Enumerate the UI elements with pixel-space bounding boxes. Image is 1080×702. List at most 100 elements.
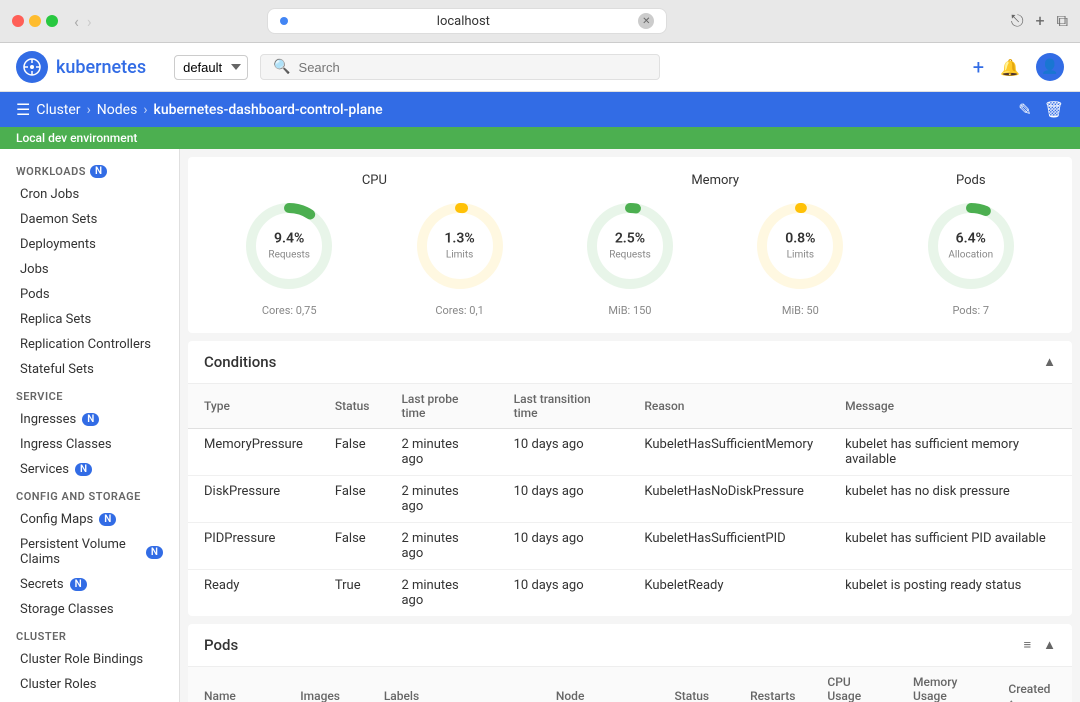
add-button[interactable]: +: [973, 55, 984, 79]
back-button[interactable]: ‹: [74, 12, 79, 31]
cond-reason-2: KubeletHasSufficientPID: [628, 523, 829, 570]
sidebar-item-config-maps[interactable]: Config Maps N: [0, 507, 179, 532]
pods-title: Pods: [204, 636, 238, 654]
chart-sub-0: Cores: 0,75: [262, 304, 317, 317]
edit-icon[interactable]: ✎: [1018, 100, 1031, 119]
chart-item-2: 2.5% Requests MiB: 150: [580, 196, 680, 317]
workloads-badge: N: [90, 165, 107, 178]
sidebar-item-pods[interactable]: Pods: [0, 282, 179, 307]
close-dot[interactable]: [12, 15, 24, 27]
sidebar-item-secrets[interactable]: Secrets N: [0, 572, 179, 597]
metrics-section: CPU Memory Pods 9.4% Requests Cores: 0,7…: [188, 157, 1072, 333]
pod-col-name: Name: [188, 667, 284, 702]
search-input[interactable]: [299, 60, 648, 75]
pvc-badge: N: [146, 546, 163, 559]
conditions-section: Conditions ▲ Type Status Last probe time…: [188, 341, 1072, 616]
donut-sub-2: Requests: [609, 250, 651, 261]
hamburger-icon[interactable]: ☰: [16, 100, 30, 119]
search-box: 🔍: [260, 54, 660, 80]
pod-col-labels: Labels: [368, 667, 540, 702]
sidebar-item-services[interactable]: Services N: [0, 457, 179, 482]
donut-pct-4: 6.4%: [948, 231, 993, 247]
sidebar-item-cron-jobs[interactable]: Cron Jobs: [0, 182, 179, 207]
pods-section: Pods ≡ ▲ Name Images Labels Node Status: [188, 624, 1072, 702]
pods-header: Pods ≡ ▲: [188, 624, 1072, 667]
sidebar-item-cluster-role-bindings[interactable]: Cluster Role Bindings: [0, 647, 179, 672]
breadcrumb-nodes[interactable]: Nodes: [97, 102, 138, 118]
breadcrumb-sep2: ›: [143, 102, 147, 118]
donut-pct-2: 2.5%: [609, 231, 651, 247]
sidebar-item-cluster-roles[interactable]: Cluster Roles: [0, 672, 179, 697]
browser-actions: ⎋ + ⧉: [1011, 11, 1068, 31]
sidebar-item-stateful-sets[interactable]: Stateful Sets: [0, 357, 179, 382]
pod-col-cpu: CPU Usage (cores): [811, 667, 897, 702]
cpu-title: CPU: [204, 173, 545, 188]
cond-probe-2: 2 minutes ago: [385, 523, 497, 570]
cond-message-1: kubelet has no disk pressure: [829, 476, 1072, 523]
cond-probe-3: 2 minutes ago: [385, 570, 497, 617]
secrets-badge: N: [70, 578, 87, 591]
content-area: CPU Memory Pods 9.4% Requests Cores: 0,7…: [180, 149, 1080, 702]
sidebar-item-daemon-sets[interactable]: Daemon Sets: [0, 207, 179, 232]
pods-filter-icon[interactable]: ≡: [1024, 637, 1032, 653]
conditions-table: Type Status Last probe time Last transit…: [188, 384, 1072, 616]
conditions-header: Conditions ▲: [188, 341, 1072, 384]
conditions-thead: Type Status Last probe time Last transit…: [188, 384, 1072, 429]
pods-table-wrapper: Name Images Labels Node Status Restarts …: [188, 667, 1072, 702]
chart-item-0: 9.4% Requests Cores: 0,75: [239, 196, 339, 317]
url-close-icon[interactable]: ✕: [638, 13, 654, 29]
sidebar-item-deployments[interactable]: Deployments: [0, 232, 179, 257]
col-type: Type: [188, 384, 319, 429]
donut-container-2: 2.5% Requests: [580, 196, 680, 296]
sidebar-item-storage-classes[interactable]: Storage Classes: [0, 597, 179, 622]
forward-button[interactable]: ›: [87, 12, 92, 31]
breadcrumb-cluster[interactable]: Cluster: [36, 102, 80, 118]
new-tab-icon[interactable]: +: [1035, 11, 1044, 31]
chart-sub-3: MiB: 50: [782, 304, 819, 317]
donut-label-4: 6.4% Allocation: [948, 231, 993, 262]
sidebar-item-replication-controllers[interactable]: Replication Controllers: [0, 332, 179, 357]
cond-probe-0: 2 minutes ago: [385, 429, 497, 476]
share-icon[interactable]: ⎋: [1011, 11, 1024, 31]
pod-col-node: Node: [540, 667, 659, 702]
browser-chrome: ‹ › localhost ✕ ⎋ + ⧉: [0, 0, 1080, 43]
sidebar-item-ingress-classes[interactable]: Ingress Classes: [0, 432, 179, 457]
app-title: kubernetes: [56, 57, 146, 78]
user-avatar[interactable]: 👤: [1036, 53, 1064, 81]
secure-icon: [280, 17, 288, 25]
sidebar-item-replica-sets[interactable]: Replica Sets: [0, 307, 179, 332]
donut-pct-0: 9.4%: [268, 231, 310, 247]
table-row: DiskPressure False 2 minutes ago 10 days…: [188, 476, 1072, 523]
donut-label-3: 0.8% Limits: [785, 231, 815, 262]
cond-type-0: MemoryPressure: [188, 429, 319, 476]
col-probe-time: Last probe time: [385, 384, 497, 429]
maximize-dot[interactable]: [46, 15, 58, 27]
chart-sub-1: Cores: 0,1: [435, 304, 484, 317]
delete-icon[interactable]: 🗑: [1044, 100, 1064, 119]
cond-status-1: False: [319, 476, 386, 523]
donut-sub-3: Limits: [787, 250, 814, 261]
cond-status-0: False: [319, 429, 386, 476]
breadcrumb-actions: ✎ 🗑: [1018, 100, 1064, 119]
chart-sub-2: MiB: 150: [608, 304, 651, 317]
cond-type-2: PIDPressure: [188, 523, 319, 570]
notifications-icon[interactable]: 🔔: [1000, 58, 1020, 77]
sidebar-item-ingresses[interactable]: Ingresses N: [0, 407, 179, 432]
chart-item-3: 0.8% Limits MiB: 50: [750, 196, 850, 317]
conditions-collapse-icon[interactable]: ▲: [1043, 354, 1056, 370]
duplicate-icon[interactable]: ⧉: [1057, 11, 1068, 31]
pod-col-images: Images: [284, 667, 368, 702]
donut-label-0: 9.4% Requests: [268, 231, 310, 262]
namespace-select[interactable]: default: [174, 55, 248, 80]
workloads-section-title: Workloads: [16, 165, 86, 178]
pods-table: Name Images Labels Node Status Restarts …: [188, 667, 1072, 702]
cond-reason-0: KubeletHasSufficientMemory: [628, 429, 829, 476]
sidebar-item-jobs[interactable]: Jobs: [0, 257, 179, 282]
cond-transition-0: 10 days ago: [498, 429, 629, 476]
pods-collapse-icon[interactable]: ▲: [1043, 637, 1056, 653]
minimize-dot[interactable]: [29, 15, 41, 27]
sidebar-item-pvc[interactable]: Persistent Volume Claims N: [0, 532, 179, 572]
breadcrumb-sep1: ›: [87, 102, 91, 118]
url-bar[interactable]: localhost ✕: [267, 8, 667, 34]
url-text: localhost: [294, 14, 632, 29]
